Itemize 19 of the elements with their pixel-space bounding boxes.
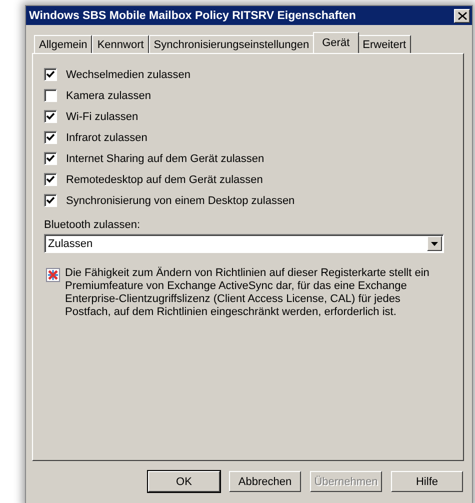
tab[interactable]: Gerät	[313, 32, 359, 53]
tab[interactable]: Erweitert	[358, 35, 412, 53]
tab[interactable]: Kennwort	[92, 35, 149, 53]
checkbox-label[interactable]: Synchronisierung von einem Desktop zulassen	[66, 194, 295, 206]
checkbox-label[interactable]: Wi-Fi zulassen	[66, 110, 138, 122]
tab[interactable]: Synchronisierungseinstellungen	[148, 35, 314, 53]
dialog-button[interactable]: OK	[148, 471, 220, 492]
window-title: Windows SBS Mobile Mailbox Policy RITSRV Eigenschaften	[29, 10, 356, 22]
bluetooth-dropdown[interactable]: Zulassen	[44, 234, 444, 253]
dialog-button[interactable]: Abbrechen	[229, 471, 301, 492]
checkbox-label[interactable]: Internet Sharing auf dem Gerät zulassen	[66, 152, 264, 164]
tab[interactable]: Allgemein	[34, 35, 92, 53]
checkbox-label[interactable]: Kamera zulassen	[66, 90, 151, 102]
checkbox-label[interactable]: Remotedesktop auf dem Gerät zulassen	[66, 174, 263, 186]
notice-text: Die Fähigkeit zum Ändern von Richtlinien auf dieser Registerkarte stellt ein Premiumfeature von Exchange ActiveSync dar, für das eine Exchange Enterprise-Clientzugriffslizenz (Client Access License, CAL) für jedes Postfach, auf dem Richtlinien eingeschränkt werden, erforderlich ist.	[65, 267, 430, 319]
checkbox-label[interactable]: Infrarot zulassen	[66, 132, 148, 144]
bluetooth-label: Bluetooth zulassen:	[44, 219, 142, 231]
dialog-button[interactable]: Hilfe	[391, 471, 463, 492]
checkbox-label[interactable]: Wechselmedien zulassen	[66, 68, 191, 80]
